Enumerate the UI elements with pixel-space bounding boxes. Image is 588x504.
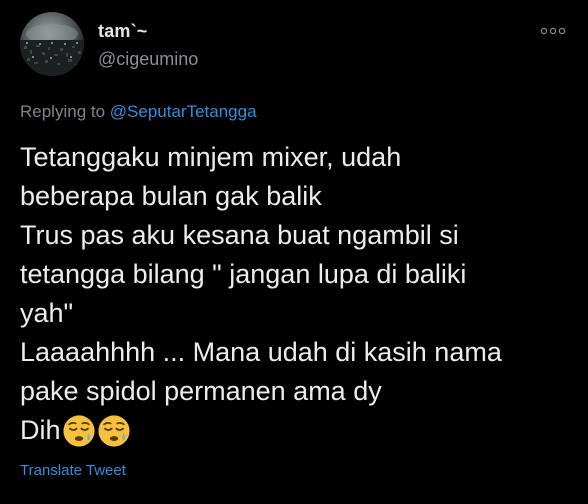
user-handle[interactable]: @cigeumino <box>98 48 198 70</box>
tweet-line: Tetanggaku minjem mixer, udah <box>20 142 402 172</box>
sleepy-face-emoji <box>62 414 95 447</box>
tweet-last-line: Dih <box>20 411 580 450</box>
tweet-line: Trus pas aku kesana buat ngambil si <box>20 220 459 250</box>
tweet: tam`~ @cigeumino Replying to @SeputarTet… <box>0 0 588 504</box>
tweet-line: pake spidol permanen ama dy <box>20 376 382 406</box>
sleepy-face-emoji <box>97 414 130 447</box>
tweet-line: Laaaahhhh ... Mana udah di kasih nama <box>20 337 502 367</box>
tweet-line: Dih <box>20 415 61 445</box>
replying-to: Replying to @SeputarTetangga <box>20 101 257 123</box>
tweet-line: beberapa bulan gak balik <box>20 181 322 211</box>
more-options-button[interactable] <box>538 22 568 40</box>
tweet-line: tetangga bilang " jangan lupa di baliki <box>20 259 467 289</box>
display-name[interactable]: tam`~ <box>98 20 148 42</box>
more-options-icon <box>540 27 566 35</box>
translate-tweet-link[interactable]: Translate Tweet <box>20 461 126 481</box>
avatar[interactable] <box>20 12 84 76</box>
replying-to-label: Replying to <box>20 102 106 121</box>
avatar-image <box>20 24 84 76</box>
tweet-line: yah" <box>20 298 74 328</box>
replying-to-link[interactable]: @SeputarTetangga <box>110 102 257 121</box>
tweet-body: Tetanggaku minjem mixer, udah beberapa b… <box>20 138 580 450</box>
